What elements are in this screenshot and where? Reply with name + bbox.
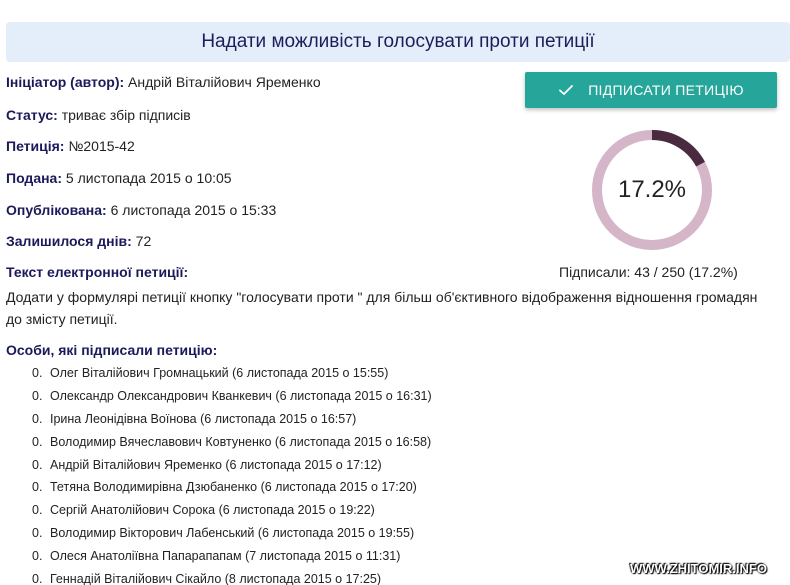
list-item: 0. Олег Віталійович Громнацький (6 листоп… (32, 366, 389, 381)
list-item: 0. Тетяна Володимирівна Дзюбаненко (6 лис… (32, 480, 417, 495)
days-left-row: Залишилося днів: 72 (6, 233, 151, 249)
petition-number-row: Петиція: №2015-42 (6, 138, 135, 154)
petition-number-value: №2015-42 (64, 138, 135, 154)
published-value: 6 листопада 2015 о 15:33 (106, 202, 277, 218)
sign-petition-label: ПІДПИСАТИ ПЕТИЦІЮ (588, 82, 744, 98)
signers-label: Особи, які підписали петицію: (6, 342, 218, 358)
status-row: Статус: триває збір підписів (6, 107, 191, 123)
status-label: Статус: (6, 107, 58, 123)
status-value: триває збір підписів (57, 107, 191, 123)
list-item: 0. Андрій Віталійович Яременко (6 листопа… (32, 457, 382, 472)
list-item: 0. Володимир Вікторович Лабенський (6 лис… (32, 525, 415, 540)
site-watermark: WWW.ZHITOMIR.INFO (630, 561, 767, 576)
submitted-value: 5 листопада 2015 о 10:05 (62, 170, 232, 186)
published-row: Опублікована: 6 листопада 2015 о 15:33 (6, 202, 276, 218)
initiator-label: Ініціатор (автор): (6, 74, 125, 90)
signers-list: 0. Олег Віталійович Громнацький (6 листоп… (32, 362, 432, 585)
published-label: Опублікована: (6, 202, 107, 218)
initiator-value: Андрій Віталійович Яременко (124, 74, 321, 90)
days-left-label: Залишилося днів: (6, 233, 132, 249)
list-item: 0. Олеся Анатоліївна Папарапапам (7 листо… (32, 548, 401, 563)
petition-text-label: Текст електронної петиції: (6, 264, 189, 280)
submitted-row: Подана: 5 листопада 2015 о 10:05 (6, 170, 232, 186)
list-item: 0. Геннадій Віталійович Сікайло (8 листоп… (32, 571, 382, 585)
signed-count: Підписали: 43 / 250 (17.2%) (559, 264, 738, 280)
page-title: Надати можливість голосувати проти петиц… (201, 31, 595, 52)
submitted-label: Подана: (6, 170, 63, 186)
list-item: 0. Ірина Леонідівна Воїнова (6 листопада … (32, 411, 357, 426)
petition-text-body: Додати у формулярі петиції кнопку "голос… (6, 289, 758, 327)
progress-percent: 17.2% (617, 176, 687, 203)
days-left-value: 72 (131, 233, 152, 249)
petition-number-label: Петиція: (6, 138, 65, 154)
list-item: 0. Олександр Олександрович Кванкевич (6 л… (32, 389, 432, 404)
list-item: 0. Сергій Анатолійович Сорока (6 листопад… (32, 503, 375, 518)
check-icon (559, 85, 574, 95)
page-title-bar: Надати можливість голосувати проти петиц… (6, 22, 790, 62)
initiator-row: Ініціатор (автор): Андрій Віталійович Яр… (6, 74, 321, 90)
list-item: 0. Володимир Вячеславович Ковтуненко (6 л… (32, 434, 432, 449)
sign-petition-button[interactable]: ПІДПИСАТИ ПЕТИЦІЮ (525, 72, 777, 108)
